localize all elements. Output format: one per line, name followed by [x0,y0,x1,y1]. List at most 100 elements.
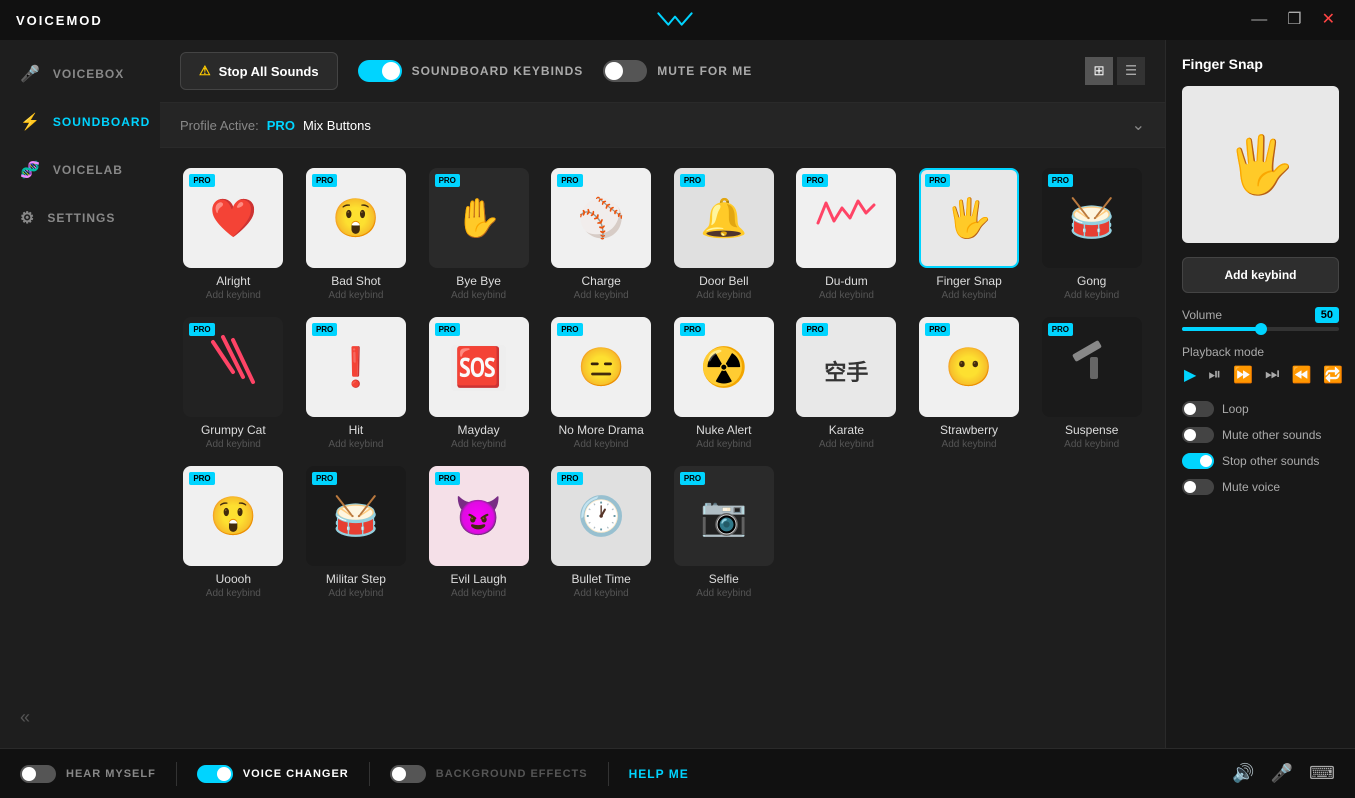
volume-slider[interactable] [1182,327,1339,331]
volume-icon[interactable]: 🔊 [1232,763,1254,784]
repeat-button[interactable]: 🔁 [1321,363,1345,387]
bg-effects-toggle[interactable] [390,765,426,783]
close-button[interactable]: ✕ [1318,8,1339,32]
sound-visual-5: 🔔 [700,196,747,241]
loop-label: Loop [1222,402,1249,416]
skip-forward-button[interactable]: ⏩ [1231,363,1255,387]
profile-pro-badge: PRO [267,118,295,133]
sound-card-19[interactable]: PRO 😈 Evil Laugh Add keybind [425,466,532,599]
bg-effects-group: BACKGROUND EFFECTS [390,765,588,783]
stop-all-button[interactable]: ⚠ Stop All Sounds [180,52,338,90]
sound-keybind-15[interactable]: Add keybind [942,439,997,450]
maximize-button[interactable]: ❐ [1283,8,1305,32]
sound-card-5[interactable]: PRO 🔔 Door Bell Add keybind [671,168,778,301]
vm-icon [655,10,695,30]
bottom-divider-2 [369,762,370,786]
sound-card-16[interactable]: PRO Suspense Add keybind [1038,317,1145,450]
add-keybind-button[interactable]: Add keybind [1182,257,1339,293]
panel-emoji: 🖐 [1226,132,1296,198]
sound-thumb-14: PRO 空手 [796,317,896,417]
sound-name-18: Militar Step [326,572,386,586]
sound-keybind-7[interactable]: Add keybind [942,290,997,301]
sound-card-2[interactable]: PRO 😲 Bad Shot Add keybind [303,168,410,301]
sound-name-10: Hit [349,423,364,437]
gear-icon: ⚙ [20,208,35,228]
sound-card-6[interactable]: PRO Du-dum Add keybind [793,168,900,301]
fade-out-button[interactable]: ⏪ [1289,363,1313,387]
sound-card-9[interactable]: PRO Grumpy Cat Add keybind [180,317,287,450]
grid-view-button[interactable]: ⊞ [1085,57,1113,85]
profile-bar[interactable]: Profile Active: PRO Mix Buttons ⌄ [160,103,1165,148]
sound-keybind-9[interactable]: Add keybind [206,439,261,450]
sound-keybind-14[interactable]: Add keybind [819,439,874,450]
sidebar-item-voicelab[interactable]: 🧬 VOICELAB [0,146,160,194]
stop-all-label: Stop All Sounds [219,64,319,79]
fade-in-button[interactable]: ⏭ [1263,364,1281,386]
keybinds-toggle[interactable] [358,60,402,82]
bg-effects-knob [392,767,406,781]
stop-other-toggle[interactable] [1182,453,1214,469]
sidebar-item-soundboard[interactable]: ⚡ SOUNDBOARD [0,98,160,146]
bottom-bar: HEAR MYSELF VOICE CHANGER BACKGROUND EFF… [0,748,1355,798]
play-button[interactable]: ▶ [1182,363,1198,387]
sound-card-14[interactable]: PRO 空手 Karate Add keybind [793,317,900,450]
sidebar: 🎤 VOICEBOX ⚡ SOUNDBOARD 🧬 VOICELAB ⚙ SET… [0,40,160,748]
sound-visual-16 [1062,332,1122,402]
sidebar-item-settings[interactable]: ⚙ SETTINGS [0,194,160,242]
titlebar: VOICEMOD — ❐ ✕ [0,0,1355,40]
sound-keybind-12[interactable]: Add keybind [574,439,629,450]
sound-keybind-5[interactable]: Add keybind [696,290,751,301]
sound-card-17[interactable]: PRO 😲 Uoooh Add keybind [180,466,287,599]
sound-card-1[interactable]: PRO ❤️ Alright Add keybind [180,168,287,301]
play-pause-button[interactable]: ⏯ [1206,364,1223,386]
sound-keybind-1[interactable]: Add keybind [206,290,261,301]
pro-badge-1: PRO [189,174,214,187]
collapse-button[interactable]: « [0,687,160,748]
sound-thumb-6: PRO [796,168,896,268]
sound-keybind-3[interactable]: Add keybind [451,290,506,301]
sound-visual-2: 😲 [332,196,379,241]
sound-keybind-8[interactable]: Add keybind [1064,290,1119,301]
sound-keybind-4[interactable]: Add keybind [574,290,629,301]
keybinds-label: SOUNDBOARD KEYBINDS [412,64,584,78]
mute-toggle[interactable] [603,60,647,82]
sound-keybind-17[interactable]: Add keybind [206,588,261,599]
stop-other-label: Stop other sounds [1222,454,1319,468]
sound-visual-18: 🥁 [332,494,379,539]
sound-card-8[interactable]: PRO 🥁 Gong Add keybind [1038,168,1145,301]
mute-other-toggle[interactable] [1182,427,1214,443]
list-view-button[interactable]: ☰ [1117,57,1145,85]
sound-keybind-20[interactable]: Add keybind [574,588,629,599]
sound-card-4[interactable]: PRO ⚾ Charge Add keybind [548,168,655,301]
sound-keybind-16[interactable]: Add keybind [1064,439,1119,450]
keyboard-icon[interactable]: ⌨ [1309,763,1335,784]
help-link[interactable]: HELP ME [629,767,689,781]
sound-card-11[interactable]: PRO 🆘 Mayday Add keybind [425,317,532,450]
sound-card-18[interactable]: PRO 🥁 Militar Step Add keybind [303,466,410,599]
sound-keybind-19[interactable]: Add keybind [451,588,506,599]
sound-card-21[interactable]: PRO 📷 Selfie Add keybind [671,466,778,599]
sound-keybind-21[interactable]: Add keybind [696,588,751,599]
flask-icon: 🧬 [20,160,41,180]
window-controls[interactable]: — ❐ ✕ [1247,8,1339,32]
sound-keybind-2[interactable]: Add keybind [328,290,383,301]
sound-card-13[interactable]: PRO ☢️ Nuke Alert Add keybind [671,317,778,450]
sound-keybind-18[interactable]: Add keybind [328,588,383,599]
sound-card-15[interactable]: PRO 😶 Strawberry Add keybind [916,317,1023,450]
minimize-button[interactable]: — [1247,8,1271,32]
sound-keybind-11[interactable]: Add keybind [451,439,506,450]
sound-card-7[interactable]: PRO 🖐 Finger Snap Add keybind [916,168,1023,301]
sound-keybind-10[interactable]: Add keybind [328,439,383,450]
voice-changer-toggle[interactable] [197,765,233,783]
loop-toggle[interactable] [1182,401,1214,417]
sound-card-20[interactable]: PRO 🕐 Bullet Time Add keybind [548,466,655,599]
sound-card-10[interactable]: PRO ❗ Hit Add keybind [303,317,410,450]
sound-card-12[interactable]: PRO 😑 No More Drama Add keybind [548,317,655,450]
sidebar-item-voicebox[interactable]: 🎤 VOICEBOX [0,50,160,98]
mute-voice-toggle[interactable] [1182,479,1214,495]
sound-keybind-6[interactable]: Add keybind [819,290,874,301]
mic-icon[interactable]: 🎤 [1271,763,1293,784]
sound-card-3[interactable]: PRO ✋ Bye Bye Add keybind [425,168,532,301]
sound-keybind-13[interactable]: Add keybind [696,439,751,450]
hear-myself-toggle[interactable] [20,765,56,783]
